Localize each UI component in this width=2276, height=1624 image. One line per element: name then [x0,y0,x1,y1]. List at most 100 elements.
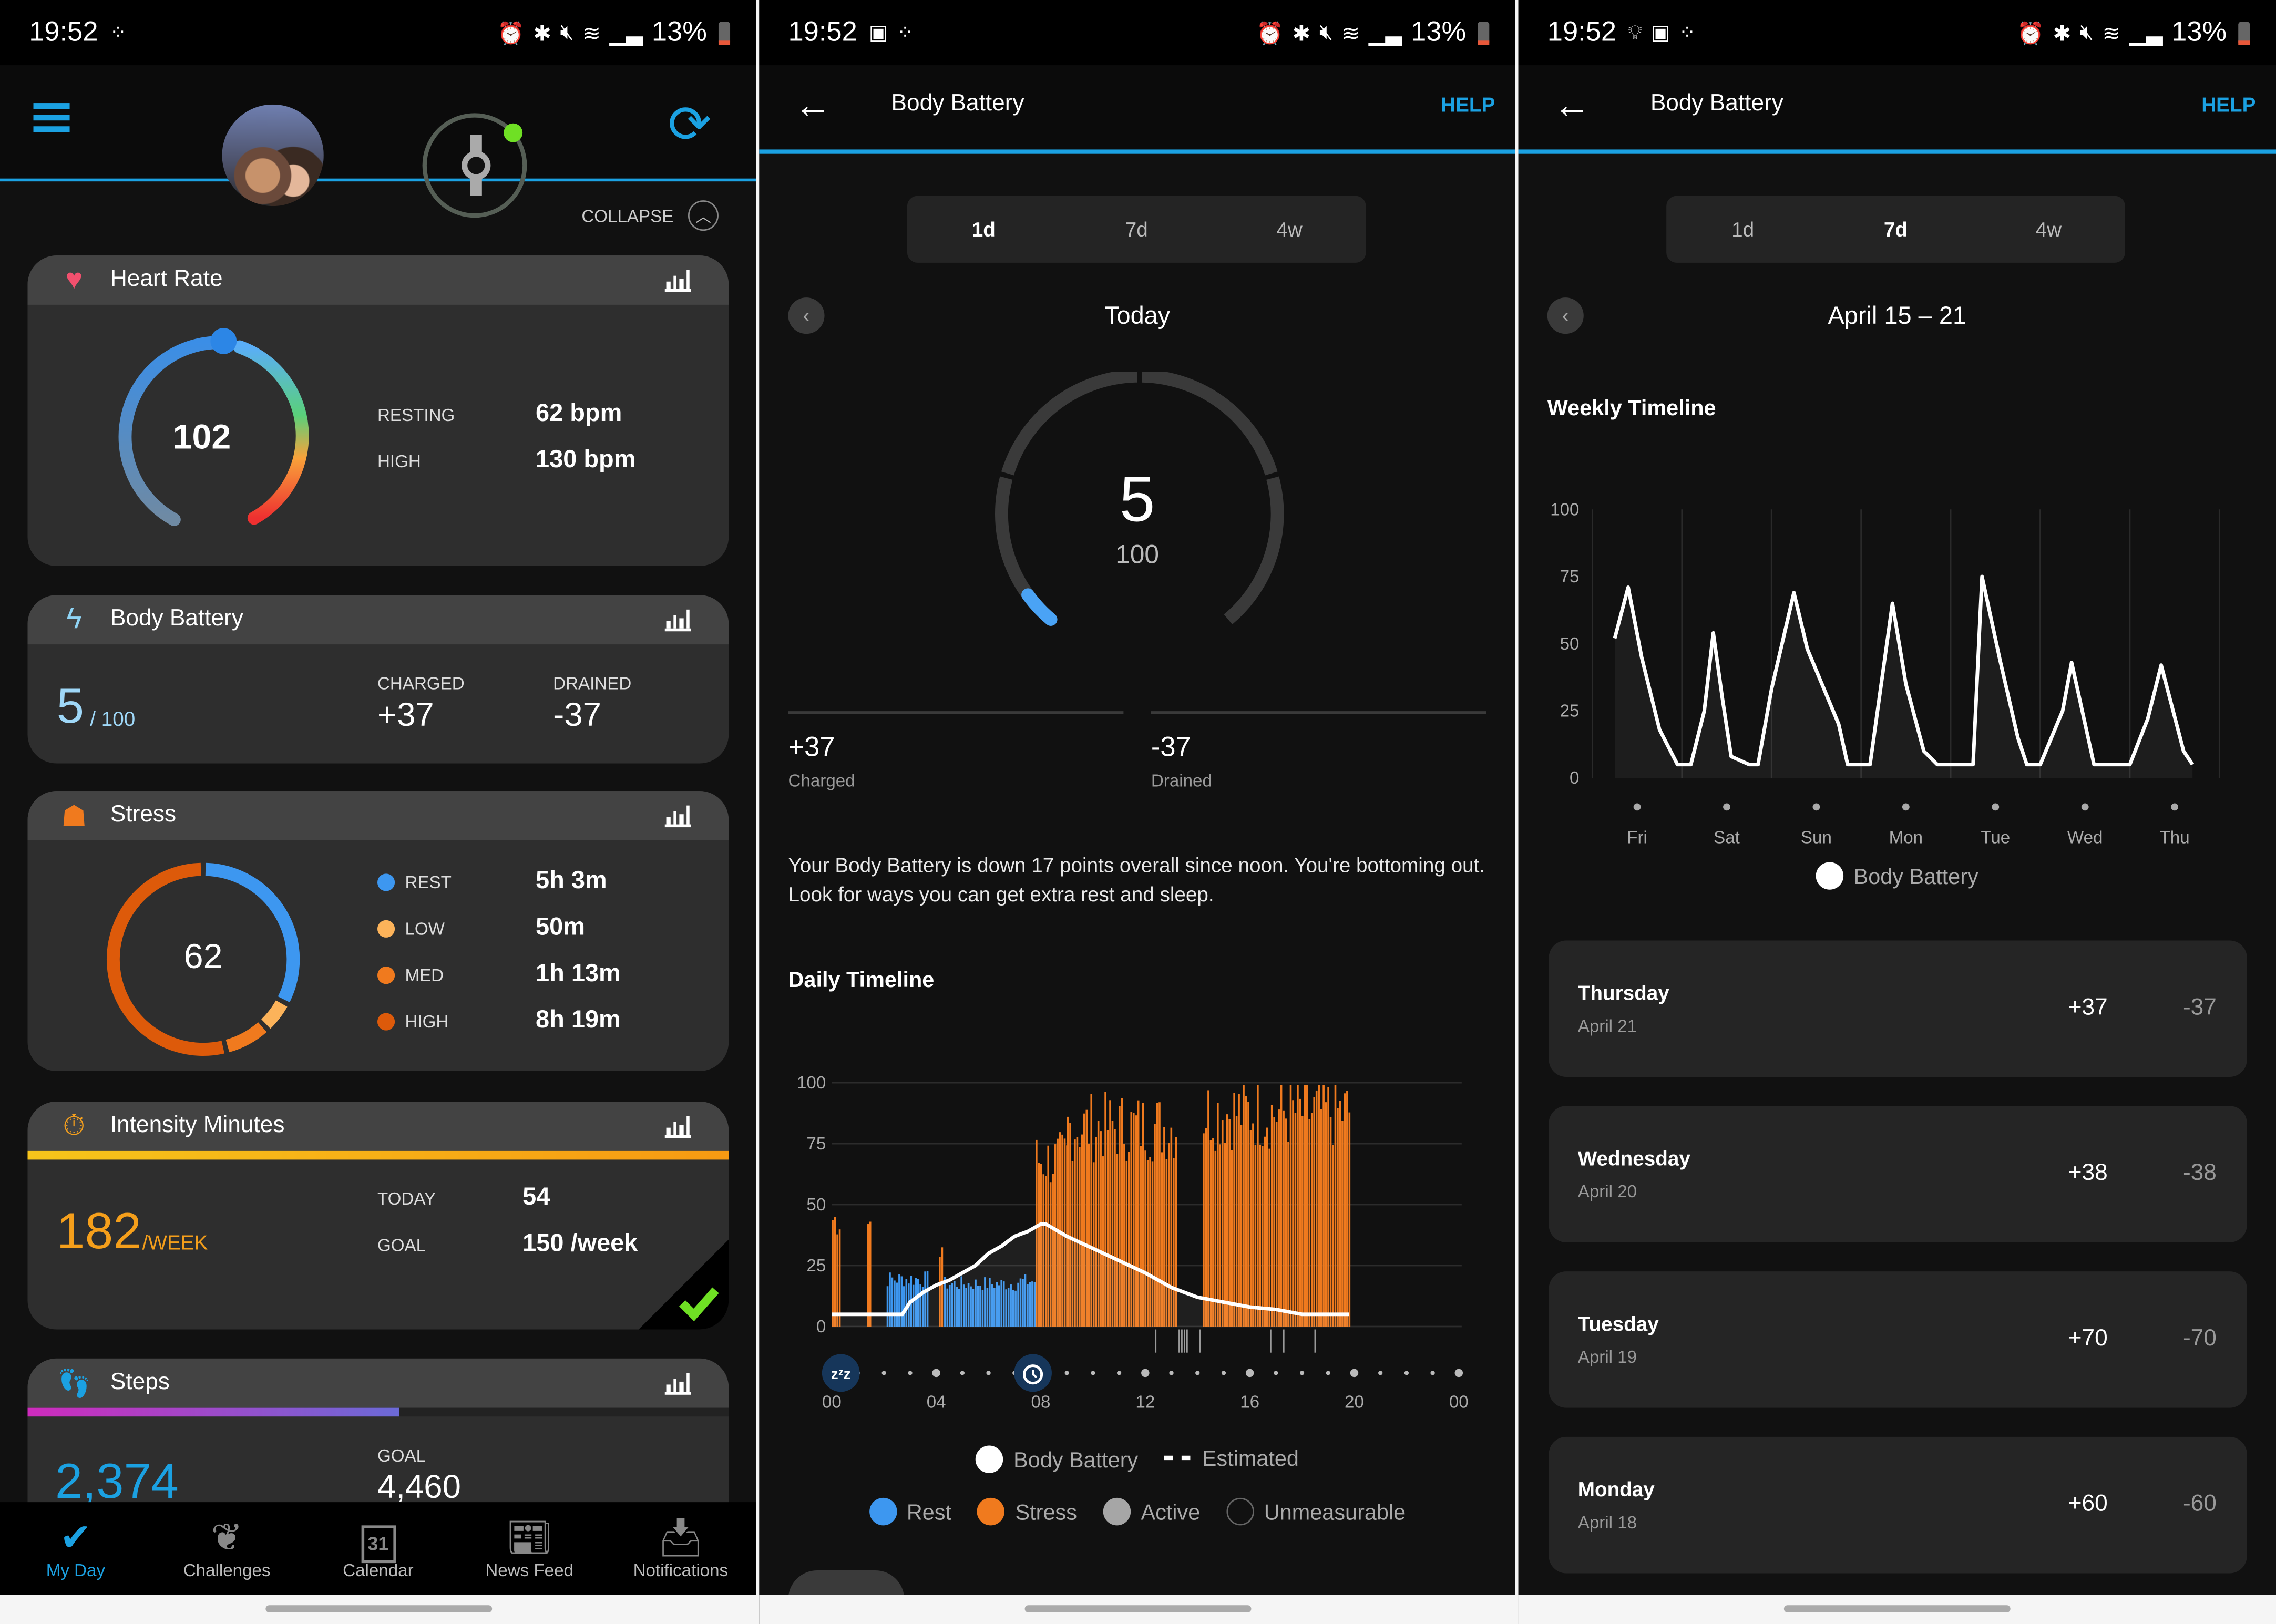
app-bar: ← Body Battery HELP [1518,65,2276,154]
chart-icon[interactable] [664,267,691,292]
gauge-value: 5 [1119,464,1155,536]
stress-bar [1289,1085,1292,1327]
avatar[interactable] [222,104,324,207]
stress-dot-high [377,1013,395,1031]
bluetooth-icon: ✱ [533,21,551,46]
stress-bar [1224,1143,1226,1327]
body-battery-value: 5 [56,679,84,735]
tab-7d[interactable]: 7d [1060,196,1213,263]
newspaper-icon: 📰︎ [505,1515,553,1559]
body-battery-card[interactable]: ϟ Body Battery 5 / 100 CHARGED +37 DRAIN… [27,595,729,764]
stress-bar [1280,1085,1283,1327]
stress-bar [1262,1145,1264,1327]
tab-4w[interactable]: 4w [1213,196,1366,263]
chart-icon[interactable] [664,1370,691,1395]
nav-calendar[interactable]: 31 Calendar [303,1502,454,1595]
stress-bar [1243,1085,1245,1327]
stress-bar [1304,1085,1306,1327]
back-arrow-icon[interactable]: ← [1553,83,1591,128]
chart-icon[interactable] [664,803,691,828]
weekly-timeline-chart: 0 25 50 75 100 Fri Sat Sun Mon Tue Wed Thu [1550,500,2220,847]
time-dot [1091,1371,1095,1375]
sleep-icon[interactable]: zᶻz [822,1354,860,1392]
day-drained: -70 [2182,1327,2217,1351]
menu-icon[interactable] [33,103,70,132]
nav-notifications[interactable]: 📥︎ Notifications [605,1502,756,1595]
app-bar: ← Body Battery HELP [759,65,1516,154]
tab-4w[interactable]: 4w [1972,196,2125,263]
day-dot [1812,803,1820,811]
battery-icon [718,21,731,45]
tab-7d[interactable]: 7d [1819,196,1972,263]
help-button[interactable]: HELP [2201,93,2256,116]
stress-value: 62 [183,937,223,977]
sync-icon[interactable]: ⟳ [668,94,711,155]
card-title: Body Battery [110,607,243,632]
nav-news-feed[interactable]: 📰︎ News Feed [454,1502,605,1595]
intensity-minutes-card[interactable]: ⏱ Intensity Minutes 182 /WEEK TODAY 54 G… [27,1101,729,1330]
stress-bar [1318,1085,1320,1327]
stopwatch-icon: ⏱ [63,1109,86,1142]
time-dot [1378,1371,1383,1375]
day-summary-row[interactable]: Tuesday April 19 +70 -70 [1549,1271,2247,1408]
home-pill[interactable] [264,1605,491,1613]
stress-bar [1346,1091,1348,1327]
time-dot [1299,1371,1305,1375]
stress-card[interactable]: ☗ Stress 62 REST 5h 3m LOW 50m MED 1h 13… [27,791,729,1071]
y-tick-label: 0 [1570,768,1579,788]
time-dot [908,1371,913,1375]
fitbit-icon: ⁘ [1678,20,1696,44]
time-dot [1454,1369,1463,1378]
drained-label: Drained [1151,770,1212,792]
legend-dot [869,1497,897,1526]
tab-1d[interactable]: 1d [907,196,1060,263]
device-button[interactable] [422,113,527,218]
legend-row-2: Rest Stress Active Unmeasurable [759,1497,1515,1526]
current-marker [210,328,237,354]
collapse-button[interactable]: COLLAPSE ︿ [581,200,719,231]
drained-stat: -37 Drained [1151,711,1486,791]
wake-alarm-icon[interactable] [1014,1354,1052,1392]
stress-bar [1313,1097,1316,1327]
nav-label: My Day [46,1560,106,1581]
legend-label: Active [1141,1500,1201,1526]
home-pill[interactable] [1024,1605,1251,1613]
y-tick-label: 75 [1560,567,1580,587]
daily-timeline-chart: 0 25 50 75 100 00 04 08 12 16 20 00 zᶻz [797,1073,1469,1412]
stress-bar [1322,1085,1325,1327]
day-summary-row[interactable]: Wednesday April 20 +38 -38 [1549,1106,2247,1242]
legend-row-1: Body Battery Estimated [759,1445,1515,1473]
legend-item: Estimated [1164,1447,1299,1472]
watch-icon [462,135,491,196]
chart-icon[interactable] [664,607,691,632]
day-date: April 19 [1577,1347,1637,1368]
y-tick-label: 25 [1560,701,1580,721]
help-button[interactable]: HELP [1441,93,1495,116]
heart-rate-card[interactable]: ♥ Heart Rate 102 RESTING 62 bpm HIGH 130… [27,255,729,566]
stress-bar [1221,1120,1224,1327]
stress-label: HIGH [405,1011,449,1032]
back-arrow-icon[interactable]: ← [794,83,832,128]
page-title: Body Battery [891,91,1024,116]
battery-icon [1478,21,1490,45]
stress-bar [1285,1118,1287,1327]
stress-bar [1327,1087,1329,1327]
nav-my-day[interactable]: ✔ My Day [0,1502,151,1595]
chart-icon[interactable] [664,1113,691,1138]
legend-dot [1226,1497,1254,1526]
charged-label: CHARGED [377,673,465,694]
fitbit-icon: ⁘ [109,20,127,44]
stress-bar [1306,1085,1308,1327]
steps-progress-fill [27,1407,399,1417]
stress-segment-low [261,1000,288,1029]
nav-challenges[interactable]: ❦ Challenges [151,1502,303,1595]
home-pill[interactable] [1783,1605,2011,1613]
top-navigation: ⟳ [0,65,756,218]
status-time: 19:52 [1547,16,1617,47]
time-dot [932,1369,940,1378]
tab-1d[interactable]: 1d [1666,196,1819,263]
day-summary-row[interactable]: Thursday April 21 +37 -37 [1549,940,2247,1077]
high-value: 130 bpm [535,445,636,474]
page-title: Body Battery [1650,91,1783,116]
day-summary-row[interactable]: Monday April 18 +60 -60 [1549,1436,2247,1574]
